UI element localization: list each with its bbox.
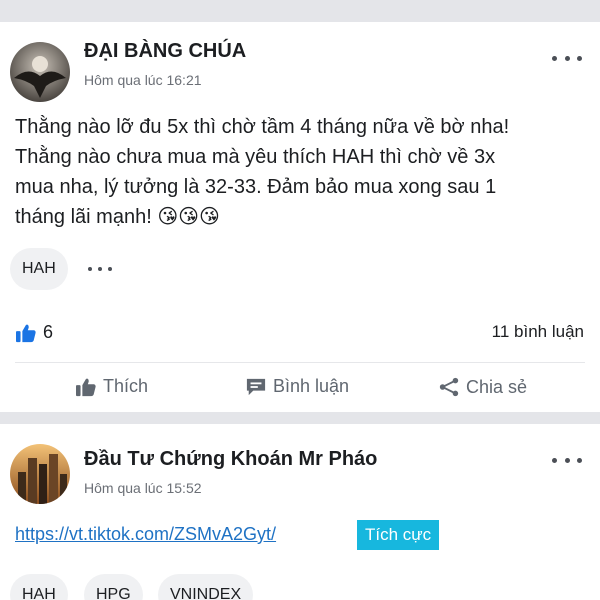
- share-button-label: Chia sẻ: [466, 376, 528, 397]
- like-count[interactable]: 6: [15, 322, 53, 343]
- more-options-icon[interactable]: [552, 48, 582, 68]
- sentiment-badge: Tích cực: [357, 520, 440, 550]
- post-content-line: mua nha, lý tưởng là 32-33. Đảm bảo mua …: [15, 176, 497, 198]
- comment-icon: [246, 378, 266, 395]
- author-name[interactable]: Đầu Tư Chứng Khoán Mr Pháo: [84, 448, 377, 471]
- share-icon: [439, 377, 459, 397]
- author-name[interactable]: ĐẠI BÀNG CHÚA: [84, 40, 246, 63]
- post-content: Thằng nào lỡ đu 5x thì chờ tầm 4 tháng n…: [15, 112, 590, 232]
- more-tags-icon[interactable]: [88, 264, 112, 274]
- avatar[interactable]: [10, 42, 70, 102]
- post-timestamp[interactable]: Hôm qua lúc 16:21: [84, 72, 202, 88]
- like-button[interactable]: Thích: [75, 376, 148, 397]
- comment-button[interactable]: Bình luận: [245, 376, 349, 397]
- more-options-icon[interactable]: [552, 450, 582, 470]
- stock-tag[interactable]: HAH: [10, 574, 68, 600]
- avatar[interactable]: [10, 444, 70, 504]
- eagle-avatar-icon: [10, 42, 70, 102]
- comment-count[interactable]: 11 bình luận: [492, 322, 584, 342]
- stock-tag[interactable]: HAH: [10, 248, 68, 290]
- post-content-line: tháng lãi mạnh! 😘😘😘: [15, 206, 220, 228]
- stock-tag[interactable]: VNINDEX: [158, 574, 254, 600]
- post-card: Đầu Tư Chứng Khoán Mr Pháo Hôm qua lúc 1…: [0, 424, 600, 600]
- thumbs-up-icon: [76, 378, 96, 396]
- comment-button-label: Bình luận: [273, 376, 350, 396]
- post-link[interactable]: https://vt.tiktok.com/ZSMvA2Gyt/: [15, 524, 276, 545]
- post-content-line: Thằng nào lỡ đu 5x thì chờ tầm 4 tháng n…: [15, 116, 510, 138]
- post-card: ĐẠI BÀNG CHÚA Hôm qua lúc 16:21 Thằng nà…: [0, 22, 600, 412]
- like-count-value: 6: [43, 322, 54, 342]
- divider: [15, 362, 585, 363]
- post-content-line: Thằng nào chưa mua mà yêu thích HAH thì …: [15, 146, 496, 168]
- city-skyline-avatar-icon: [10, 444, 70, 504]
- stock-tag[interactable]: HPG: [84, 574, 143, 600]
- thumbs-up-icon: [16, 324, 36, 342]
- share-button[interactable]: Chia sẻ: [438, 376, 527, 398]
- like-button-label: Thích: [103, 376, 149, 396]
- post-timestamp[interactable]: Hôm qua lúc 15:52: [84, 480, 202, 496]
- feed-separator: [0, 0, 600, 22]
